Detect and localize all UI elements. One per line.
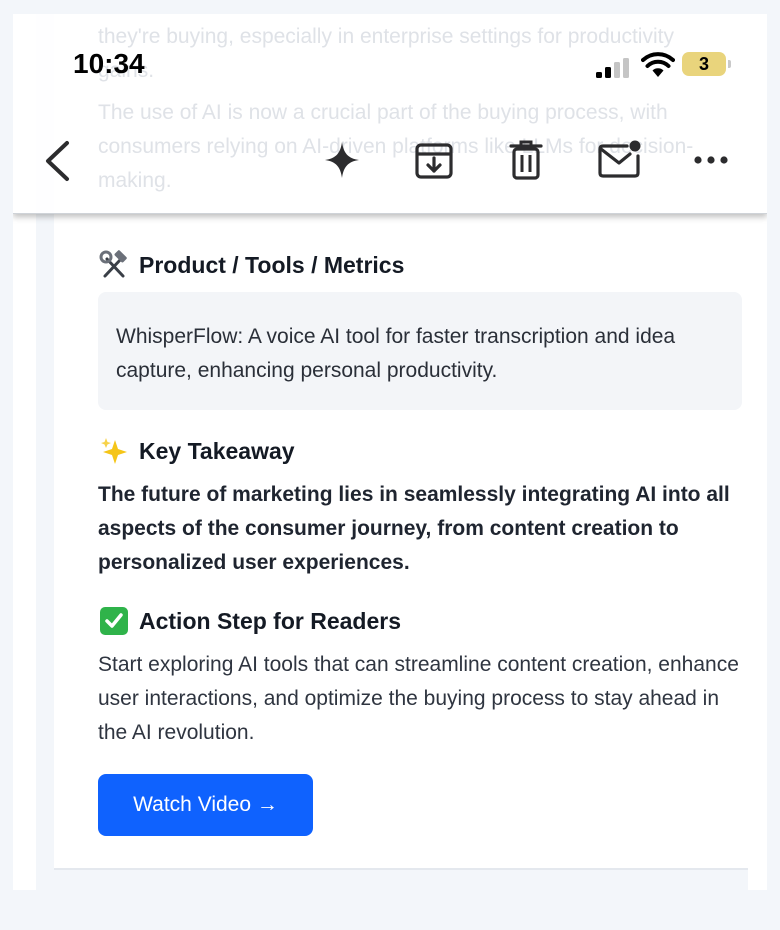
wifi-icon <box>641 51 675 77</box>
back-button[interactable] <box>41 139 73 183</box>
email-toolbar-header: they're buying, especially in enterprise… <box>13 14 767 214</box>
action-heading-label: Action Step for Readers <box>139 607 401 634</box>
mark-unread-button[interactable] <box>597 138 643 180</box>
tools-heading-label: Product / Tools / Metrics <box>139 251 405 278</box>
sparkles-icon <box>99 436 129 466</box>
watch-video-button[interactable]: Watch Video → <box>98 774 313 836</box>
hammer-wrench-icon <box>99 250 129 280</box>
back-chevron-icon <box>46 141 69 181</box>
sparkle-icon <box>325 142 359 178</box>
trash-icon <box>509 140 543 180</box>
phone-screen: Product / Tools / Metrics WhisperFlow: A… <box>13 14 767 890</box>
action-heading: Action Step for Readers <box>99 606 401 636</box>
battery-level: 3 <box>698 54 709 74</box>
archive-icon <box>415 143 453 179</box>
trash-button[interactable] <box>508 138 544 182</box>
mark-unread-icon <box>598 140 641 178</box>
tools-callout: WhisperFlow: A voice AI tool for faster … <box>98 292 742 410</box>
tools-text: WhisperFlow: A voice AI tool for faster … <box>116 325 676 382</box>
battery-cap <box>728 60 731 68</box>
more-options-button[interactable] <box>693 147 729 173</box>
takeaway-heading-label: Key Takeaway <box>139 437 295 464</box>
ai-summary-button[interactable] <box>323 140 361 180</box>
battery-indicator: 3 <box>682 52 726 76</box>
takeaway-text: The future of marketing lies in seamless… <box>98 483 730 574</box>
takeaway-heading: Key Takeaway <box>99 436 295 466</box>
status-time: 10:34 <box>73 48 145 79</box>
check-mark-icon <box>99 606 129 636</box>
tools-heading: Product / Tools / Metrics <box>99 250 404 280</box>
action-text: Start exploring AI tools that can stream… <box>98 653 739 744</box>
archive-button[interactable] <box>413 140 455 182</box>
cellular-signal-icon <box>596 58 632 78</box>
more-icon <box>694 156 728 164</box>
